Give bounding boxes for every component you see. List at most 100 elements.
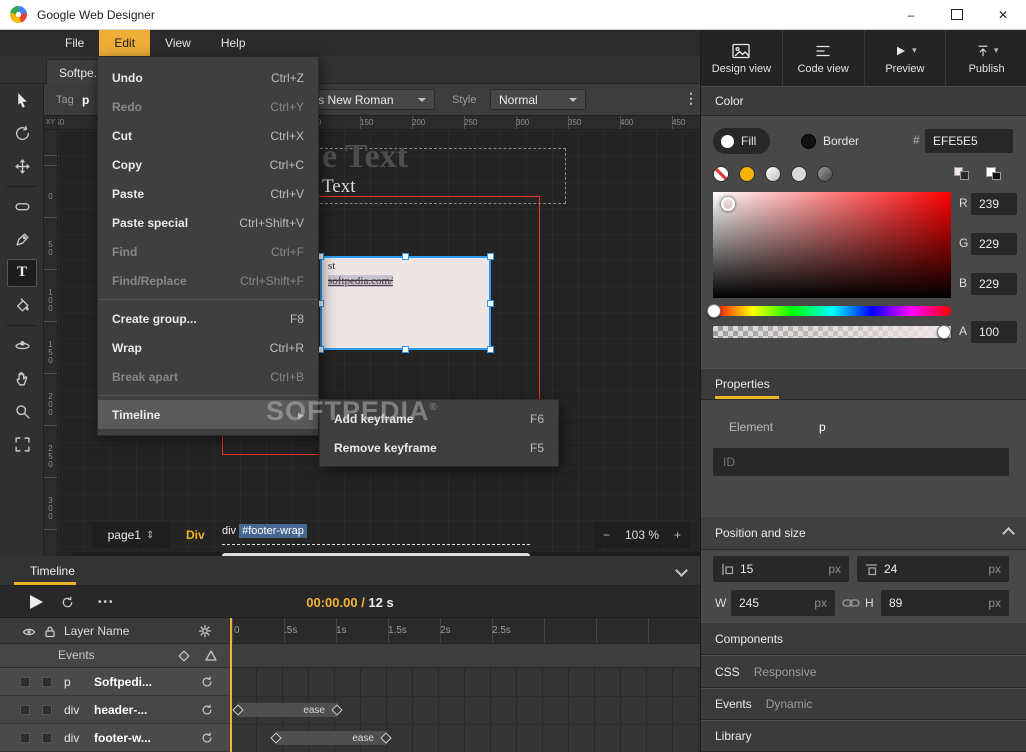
visibility-icon[interactable] xyxy=(22,626,36,638)
pen-tool[interactable] xyxy=(0,223,44,256)
resize-handle[interactable] xyxy=(402,346,409,353)
id-field[interactable] xyxy=(713,448,1009,476)
white-swatch[interactable] xyxy=(765,166,781,182)
playhead[interactable] xyxy=(230,618,232,752)
menu-edit[interactable]: Edit xyxy=(99,30,151,56)
menu-item-create-group[interactable]: Create group... F8 xyxy=(98,304,318,333)
components-panel-header[interactable]: Components xyxy=(701,622,1026,655)
menu-view[interactable]: View xyxy=(150,30,206,56)
menu-item-paste-special[interactable]: Paste special Ctrl+Shift+V xyxy=(98,208,318,237)
menu-file[interactable]: File xyxy=(50,30,99,56)
preview-button[interactable]: ▾ Preview xyxy=(863,30,946,86)
position-size-header[interactable]: Position and size xyxy=(701,516,1026,550)
x-position-field[interactable]: 15 px xyxy=(713,556,849,582)
gray-swatch[interactable] xyxy=(817,166,833,182)
hue-slider[interactable] xyxy=(713,306,951,316)
add-event-icon[interactable] xyxy=(178,650,190,662)
toolbar-overflow-icon[interactable]: ⋮ xyxy=(684,90,698,107)
layer-row[interactable]: div header-... xyxy=(0,696,230,724)
layer-lock-toggle[interactable] xyxy=(42,705,52,715)
properties-panel-header[interactable]: Properties xyxy=(701,368,1026,400)
responsive-title[interactable]: Responsive xyxy=(754,665,817,679)
maximize-button[interactable] xyxy=(934,0,980,30)
timeline-ruler[interactable] xyxy=(230,618,700,644)
hex-input[interactable]: EFE5E5 xyxy=(925,129,1013,153)
breadcrumb[interactable]: div #footer-wrap xyxy=(222,524,307,538)
timeline-header[interactable]: Timeline xyxy=(0,556,700,586)
collapse-timeline-icon[interactable] xyxy=(675,564,688,577)
library-panel-header[interactable]: Library xyxy=(701,720,1026,752)
translate-3d-tool[interactable] xyxy=(0,150,44,183)
link-dimensions-icon[interactable] xyxy=(842,597,860,609)
color-panel-header[interactable]: Color xyxy=(701,86,1026,116)
resize-handle[interactable] xyxy=(487,300,494,307)
rotate-3d-tool[interactable] xyxy=(0,117,44,150)
layer-row[interactable]: p Softpedi... xyxy=(0,668,230,696)
resize-handle[interactable] xyxy=(402,253,409,260)
code-view-button[interactable]: Code view xyxy=(781,30,864,86)
layer-row[interactable]: div footer-w... xyxy=(0,724,230,752)
dynamic-title[interactable]: Dynamic xyxy=(766,697,813,711)
layer-loop-icon[interactable] xyxy=(200,731,214,745)
menu-item-undo[interactable]: Undo Ctrl+Z xyxy=(98,63,318,92)
text-tool[interactable]: T xyxy=(0,256,44,289)
menu-item-paste[interactable]: Paste Ctrl+V xyxy=(98,179,318,208)
resize-handle[interactable] xyxy=(487,346,494,353)
alpha-slider[interactable] xyxy=(713,326,951,338)
menu-item-remove-keyframe[interactable]: Remove keyframe F5 xyxy=(320,433,558,462)
selected-text-element[interactable]: st softpedia.com/ xyxy=(320,256,491,350)
gear-icon[interactable] xyxy=(198,624,212,638)
resize-handle[interactable] xyxy=(487,253,494,260)
tag-tool[interactable] xyxy=(0,190,44,223)
fullscreen-tool[interactable] xyxy=(0,428,44,461)
layer-lock-toggle[interactable] xyxy=(42,677,52,687)
publish-button[interactable]: ▾ Publish xyxy=(945,30,1026,86)
minimize-button[interactable]: – xyxy=(888,0,934,30)
layer-visibility-toggle[interactable] xyxy=(20,677,30,687)
hand-tool[interactable] xyxy=(0,362,44,395)
height-field[interactable]: 89 px xyxy=(881,590,1009,616)
menu-help[interactable]: Help xyxy=(206,30,261,56)
page-selector[interactable]: page1 ⇕ xyxy=(92,522,170,548)
y-position-field[interactable]: 24 px xyxy=(857,556,1009,582)
menu-item-cut[interactable]: Cut Ctrl+X xyxy=(98,121,318,150)
animation-span[interactable]: ease xyxy=(238,703,338,717)
alpha-input[interactable]: 100 xyxy=(971,321,1017,343)
fill-toggle[interactable]: Fill xyxy=(713,128,771,154)
saturation-value-picker[interactable] xyxy=(713,192,951,298)
zoom-tool[interactable] xyxy=(0,395,44,428)
heading-text[interactable]: e Text xyxy=(322,138,408,176)
events-panel-header[interactable]: Events Dynamic xyxy=(701,688,1026,720)
event-marker-icon[interactable] xyxy=(204,649,218,663)
layer-visibility-toggle[interactable] xyxy=(20,733,30,743)
lock-icon[interactable] xyxy=(44,625,56,638)
zoom-level[interactable]: 103 % xyxy=(625,528,659,542)
default-colors-icon[interactable] xyxy=(985,166,1002,181)
light-gray-swatch[interactable] xyxy=(791,166,807,182)
layer-visibility-toggle[interactable] xyxy=(20,705,30,715)
alpha-slider-handle[interactable] xyxy=(937,325,951,339)
width-field[interactable]: 245 px xyxy=(731,590,835,616)
hue-slider-handle[interactable] xyxy=(707,304,721,318)
yellow-swatch[interactable] xyxy=(739,166,755,182)
layer-loop-icon[interactable] xyxy=(200,703,214,717)
menu-item-copy[interactable]: Copy Ctrl+C xyxy=(98,150,318,179)
text-style-dropdown[interactable]: Normal xyxy=(490,89,586,110)
swap-colors-icon[interactable] xyxy=(953,166,970,181)
zoom-out-button[interactable]: − xyxy=(603,528,610,542)
no-color-swatch[interactable] xyxy=(713,166,729,182)
color-cursor[interactable] xyxy=(721,197,735,211)
orbit-tool[interactable] xyxy=(0,329,44,362)
zoom-in-button[interactable]: + xyxy=(674,528,681,542)
red-input[interactable]: 239 xyxy=(971,193,1017,215)
close-button[interactable]: ✕ xyxy=(980,0,1026,30)
border-toggle[interactable]: Border xyxy=(793,128,873,154)
css-panel-header[interactable]: CSS Responsive xyxy=(701,655,1026,688)
events-row[interactable]: Events xyxy=(0,644,230,668)
design-view-button[interactable]: Design view xyxy=(701,30,782,86)
events-track[interactable] xyxy=(230,644,700,668)
green-input[interactable]: 229 xyxy=(971,233,1017,255)
element-type-label[interactable]: Div xyxy=(186,528,205,542)
selection-tool[interactable] xyxy=(0,84,44,117)
layer-lock-toggle[interactable] xyxy=(42,733,52,743)
